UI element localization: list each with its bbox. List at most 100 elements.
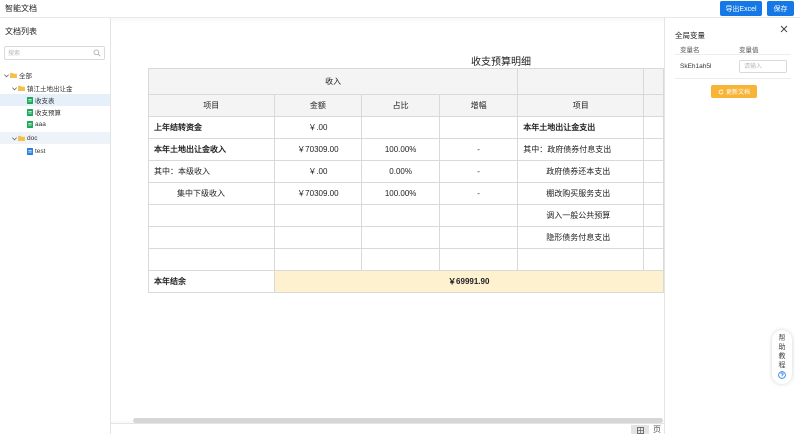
question-circle-icon: [778, 371, 786, 379]
table-row-balance: 本年结余 ￥69991.90: [148, 270, 664, 293]
income-section-header: 收入: [147, 68, 519, 95]
table-cell[interactable]: [273, 226, 363, 249]
table-cell[interactable]: -: [439, 138, 519, 161]
table-row: 隐形债务付息支出: [148, 226, 664, 249]
tree-node-folder-zhenjiang[interactable]: 镇江土地出让金: [0, 82, 110, 94]
table-cell[interactable]: 棚改购买服务支出: [517, 182, 645, 205]
table-row: 其中：本级收入 ￥.00 0.00% - 政府债券还本支出: [148, 160, 664, 183]
folder-icon: [10, 72, 17, 78]
budget-table: 收入 项目 金额 占比 增幅 项目 上年结转资金 ￥.00 本年土地出让金支出: [147, 68, 664, 293]
tree-label: test: [35, 147, 46, 155]
document-page: 收支预算明细 收入 项目 金额 占比 增幅 项目 上年结转资金 ￥.00 本年土…: [111, 21, 664, 421]
tree-label: 收支表: [35, 98, 55, 105]
table-row: 集中下级收入 ￥70309.00 100.00% - 棚改购买服务支出: [148, 182, 664, 205]
variable-value-input[interactable]: [739, 60, 787, 73]
page-view-button[interactable]: 页: [653, 424, 661, 434]
table-cell[interactable]: -: [439, 182, 519, 205]
table-cell[interactable]: [273, 204, 363, 227]
help-tutorial-button[interactable]: 帮助教程: [772, 330, 792, 384]
table-cell[interactable]: [517, 248, 645, 271]
search-box[interactable]: [4, 46, 105, 60]
app-title: 智能文档: [5, 4, 37, 13]
col-header-variable-name: 变量名: [680, 47, 700, 54]
table-cell[interactable]: [439, 226, 519, 249]
tree-label: doc: [27, 134, 38, 142]
tree-label: 全部: [19, 73, 32, 80]
spreadsheet-file-icon: [27, 120, 33, 128]
tree-node-folder-doc[interactable]: doc: [0, 132, 110, 144]
chevron-down-icon[interactable]: [11, 85, 18, 92]
table-cell[interactable]: 政府债券还本支出: [517, 160, 645, 183]
table-cell[interactable]: 本年土地出让金收入: [148, 138, 275, 161]
table-row: 调入一般公共预算: [148, 204, 664, 227]
table-cell[interactable]: [148, 226, 275, 249]
table-row: 本年土地出让金收入 ￥70309.00 100.00% - 其中：政府债券付息支…: [148, 138, 664, 161]
tree-label: aaa: [35, 120, 46, 128]
table-cell[interactable]: [361, 248, 441, 271]
table-cell[interactable]: 100.00%: [361, 138, 441, 161]
grid-icon: [636, 426, 644, 434]
table-cell[interactable]: 调入一般公共预算: [517, 204, 645, 227]
table-cell[interactable]: ￥70309.00: [273, 182, 363, 205]
table-cell[interactable]: 本年土地出让金支出: [517, 116, 645, 139]
tree-node-all[interactable]: 全部: [0, 69, 110, 81]
sidebar-title: 文档列表: [5, 27, 37, 36]
table-cell[interactable]: [361, 116, 441, 139]
table-cell[interactable]: 上年结转资金: [148, 116, 275, 139]
divider: [675, 54, 791, 55]
table-row: [148, 248, 664, 271]
table-cell[interactable]: ￥70309.00: [273, 138, 363, 161]
table-cell[interactable]: [148, 248, 275, 271]
document-list-sidebar: 文档列表 全部 镇江土地出让金 收支表 收支预算 aaa doc test: [0, 18, 111, 434]
update-document-button[interactable]: 更新文档: [711, 85, 757, 98]
grid-view-button[interactable]: [631, 425, 649, 434]
chevron-down-icon[interactable]: [11, 135, 18, 142]
table-cell[interactable]: 其中：政府债券付息支出: [517, 138, 645, 161]
table-cell[interactable]: 隐形债务付息支出: [517, 226, 645, 249]
folder-icon: [18, 85, 25, 91]
table-cell[interactable]: [439, 248, 519, 271]
table-cell[interactable]: 0.00%: [361, 160, 441, 183]
view-switcher-bar: 页: [111, 423, 664, 434]
export-excel-button[interactable]: 导出Excel: [720, 1, 762, 16]
tree-node-shouzhibiao[interactable]: 收支表: [0, 94, 110, 106]
tree-label: 收支预算: [35, 110, 61, 117]
table-cell[interactable]: [148, 204, 275, 227]
table-row: 上年结转资金 ￥.00 本年土地出让金支出: [148, 116, 664, 139]
col-header-expense-item: 项目: [517, 94, 645, 117]
chevron-down-icon[interactable]: [3, 72, 10, 79]
table-cell[interactable]: [439, 204, 519, 227]
panel-title: 全局变量: [675, 31, 705, 40]
table-cell[interactable]: [361, 226, 441, 249]
col-header-item: 项目: [148, 94, 275, 117]
table-cell[interactable]: ￥.00: [273, 160, 363, 183]
save-button[interactable]: 保存: [767, 1, 794, 16]
col-header-growth: 增幅: [439, 94, 519, 117]
refresh-icon: [718, 88, 724, 94]
balance-value[interactable]: ￥69991.90: [273, 270, 664, 293]
table-cell[interactable]: ￥.00: [273, 116, 363, 139]
close-icon[interactable]: [780, 25, 788, 33]
table-cell[interactable]: [439, 116, 519, 139]
table-cell[interactable]: 100.00%: [361, 182, 441, 205]
table-cell[interactable]: [273, 248, 363, 271]
document-file-icon: [27, 147, 33, 155]
document-canvas: 收支预算明细 收入 项目 金额 占比 增幅 项目 上年结转资金 ￥.00 本年土…: [111, 18, 664, 434]
table-cell[interactable]: 其中：本级收入: [148, 160, 275, 183]
divider: [675, 78, 791, 79]
tree-node-test[interactable]: test: [0, 145, 110, 157]
table-cell[interactable]: -: [439, 160, 519, 183]
balance-label[interactable]: 本年结余: [148, 270, 275, 293]
table-cell[interactable]: [361, 204, 441, 227]
update-document-label: 更新文档: [725, 90, 750, 96]
tree-node-shouzhiyusuan[interactable]: 收支预算: [0, 106, 110, 118]
search-icon[interactable]: [93, 49, 101, 57]
col-header-variable-value: 变量值: [739, 47, 759, 54]
table-cell[interactable]: 集中下级收入: [148, 182, 275, 205]
spreadsheet-file-icon: [27, 108, 33, 116]
col-header-amount: 金额: [273, 94, 363, 117]
tree-label: 镇江土地出让金: [27, 86, 73, 93]
search-input[interactable]: [8, 48, 92, 59]
tree-node-aaa[interactable]: aaa: [0, 118, 110, 130]
variable-name: SkEh1ah5l: [680, 63, 712, 70]
